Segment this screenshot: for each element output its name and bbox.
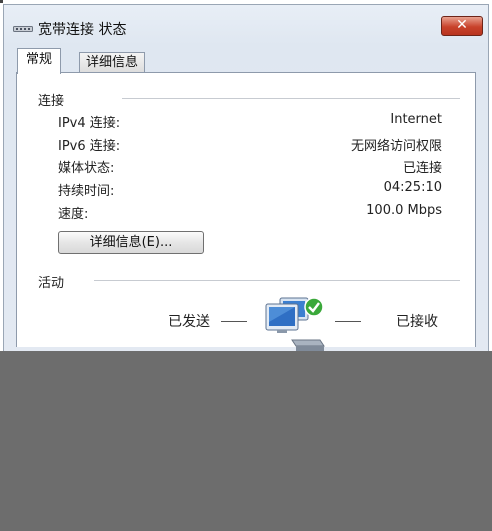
duration-value: 04:25:10 [383,180,442,195]
sent-label: 已发送 [168,314,210,330]
ipv6-value: 无网络访问权限 [350,139,442,154]
connection-divider [122,98,460,99]
speed-label: 速度: [58,207,89,222]
received-label: 已接收 [396,314,438,330]
speed-value: 100.0 Mbps [366,203,442,218]
media-state-value: 已连接 [402,161,442,176]
details-button[interactable]: 详细信息(E)... [58,231,204,254]
duration-label: 持续时间: [58,184,115,199]
ipv4-value: Internet [390,112,442,127]
received-dash [335,321,361,322]
activity-section-title: 活动 [38,276,65,291]
obscured-region [0,351,492,531]
connection-section-title: 连接 [38,94,65,109]
media-state-label: 媒体状态: [58,161,115,176]
ipv6-label: IPv6 连接: [58,139,121,154]
ipv4-label: IPv4 连接: [58,116,121,131]
activity-divider [94,280,460,281]
sent-dash [221,321,247,322]
network-computers-icon [265,297,325,351]
